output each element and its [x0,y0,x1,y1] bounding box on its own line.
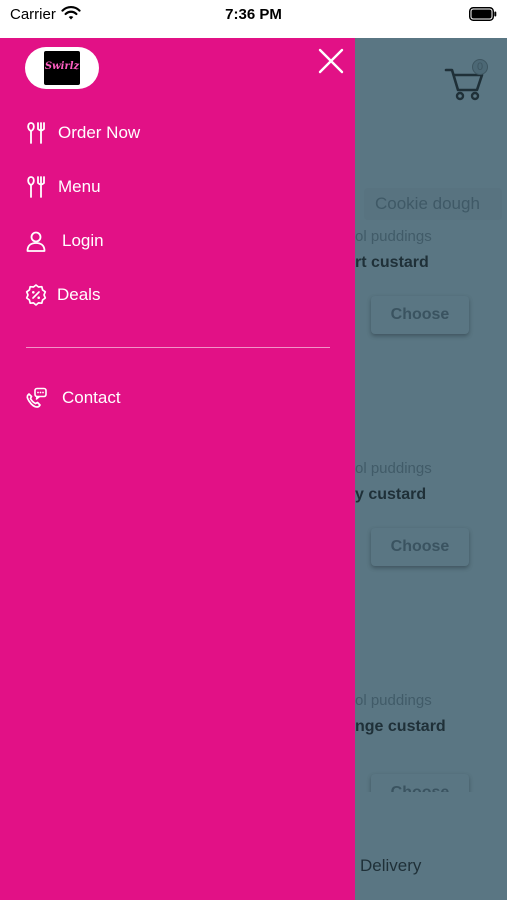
user-icon [26,231,46,252]
product-name: nge custard [355,718,446,735]
product-category: ol puddings [355,692,432,709]
discount-badge-icon [25,284,47,306]
choose-button[interactable]: Choose [371,774,469,792]
tab-delivery[interactable]: Delivery [360,856,421,876]
menu-item-label: Login [62,231,104,250]
logo-text: Swirlz [44,61,80,72]
close-icon[interactable] [316,46,346,76]
brand-logo: Swirlz [25,47,99,89]
product-category: ol puddings [355,228,432,245]
menu-item-label: Order Now [58,123,141,142]
menu-item-deals[interactable]: Deals [24,280,100,310]
status-bar: Carrier 7:36 PM [0,0,507,38]
menu-item-contact[interactable]: Contact [24,383,121,413]
menu-item-label: Menu [58,177,101,196]
logo-image: Swirlz [44,51,80,85]
menu-item-login[interactable]: Login [24,226,104,256]
product-category: ol puddings [355,460,432,477]
navigation-drawer: Swirlz Order Now Menu Login Deals Contac… [0,38,355,900]
utensils-icon [27,176,45,198]
category-chip[interactable]: Cookie dough [364,188,502,220]
menu-divider [26,347,330,348]
cart-count-badge: 0 [472,59,488,75]
choose-button[interactable]: Choose [371,528,469,566]
product-card[interactable]: ol puddings nge custard Choose [355,692,507,792]
menu-item-order-now[interactable]: Order Now [24,118,140,148]
product-name: y custard [355,486,427,503]
battery-icon [469,7,497,21]
choose-button[interactable]: Choose [371,296,469,334]
menu-item-label: Contact [62,388,121,407]
clock: 7:36 PM [225,6,282,23]
menu-item-label: Deals [57,285,101,304]
menu-item-menu[interactable]: Menu [24,172,101,202]
phone-chat-icon [26,387,47,408]
product-name: rt custard [355,254,429,271]
utensils-icon [27,122,45,144]
